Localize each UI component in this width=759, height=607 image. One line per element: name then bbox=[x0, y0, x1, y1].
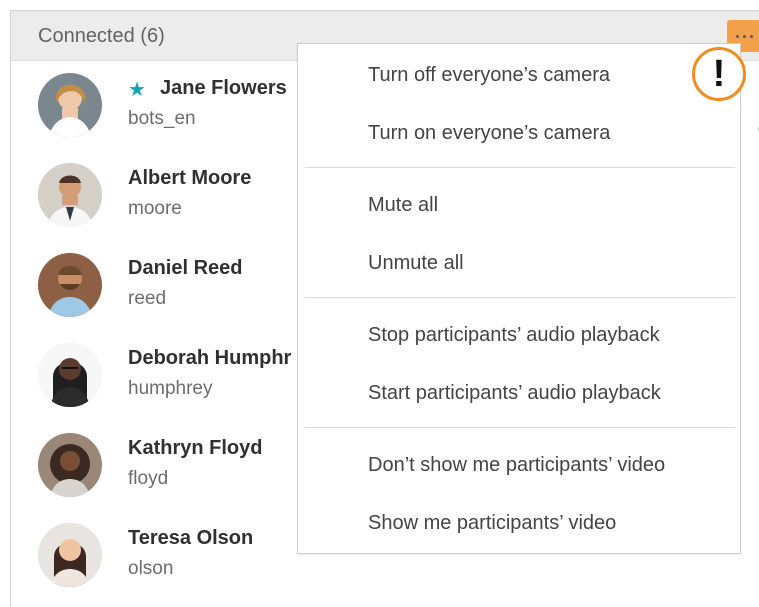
menu-item-hide-participants-video[interactable]: Don’t show me participants’ video bbox=[368, 454, 665, 477]
menu-item-start-audio-playback[interactable]: Start participants’ audio playback bbox=[368, 382, 661, 405]
more-dot bbox=[749, 34, 753, 38]
avatar bbox=[38, 433, 102, 497]
more-dot bbox=[735, 34, 739, 38]
participant-name: Albert Moore bbox=[128, 167, 252, 189]
avatar-teresa-olson bbox=[38, 523, 102, 587]
participant-name: Jane Flowers bbox=[160, 77, 287, 99]
microphone-off-icon: 🎙 bbox=[752, 121, 759, 144]
menu-divider bbox=[305, 167, 735, 168]
participant-actions-menu: Turn off everyone’s camera Turn on every… bbox=[297, 43, 741, 554]
avatar-albert-moore bbox=[38, 163, 102, 227]
avatar-jane-flowers bbox=[38, 73, 102, 137]
avatar-kathryn-floyd bbox=[38, 433, 102, 497]
menu-item-stop-audio-playback[interactable]: Stop participants’ audio playback bbox=[368, 324, 660, 347]
avatar bbox=[38, 163, 102, 227]
connected-title: Connected (6) bbox=[38, 25, 165, 47]
participant-name: Deborah Humphr bbox=[128, 347, 292, 369]
menu-item-turn-on-camera[interactable]: Turn on everyone’s camera bbox=[368, 122, 610, 145]
left-padding bbox=[0, 0, 10, 607]
more-dot bbox=[742, 34, 746, 38]
participant-username: olson bbox=[128, 558, 174, 579]
star-icon: ★ bbox=[128, 79, 146, 101]
participant-name: Kathryn Floyd bbox=[128, 437, 263, 459]
menu-divider bbox=[305, 297, 735, 298]
avatar bbox=[38, 523, 102, 587]
menu-divider bbox=[305, 427, 735, 428]
warning-badge: ! bbox=[692, 47, 746, 101]
participant-username: humphrey bbox=[128, 378, 213, 399]
menu-item-mute-all[interactable]: Mute all bbox=[368, 194, 438, 217]
participant-username: moore bbox=[128, 198, 182, 219]
screenshot-root: Connected (6) ★ Jane Flowers bots_en Alb… bbox=[0, 0, 759, 607]
menu-item-turn-off-camera[interactable]: Turn off everyone’s camera bbox=[368, 64, 610, 87]
top-padding bbox=[0, 0, 759, 10]
avatar bbox=[38, 343, 102, 407]
participant-username: reed bbox=[128, 288, 167, 309]
avatar-daniel-reed bbox=[38, 253, 102, 317]
participant-username: bots_en bbox=[128, 108, 196, 129]
participant-name: Daniel Reed bbox=[128, 257, 243, 279]
participant-name: Teresa Olson bbox=[128, 527, 254, 549]
menu-item-show-participants-video[interactable]: Show me participants’ video bbox=[368, 512, 616, 535]
avatar bbox=[38, 73, 102, 137]
avatar-deborah-humphrey bbox=[38, 343, 102, 407]
warning-icon: ! bbox=[712, 53, 726, 95]
menu-item-unmute-all[interactable]: Unmute all bbox=[368, 252, 464, 275]
avatar bbox=[38, 253, 102, 317]
participant-username: floyd bbox=[128, 468, 169, 489]
